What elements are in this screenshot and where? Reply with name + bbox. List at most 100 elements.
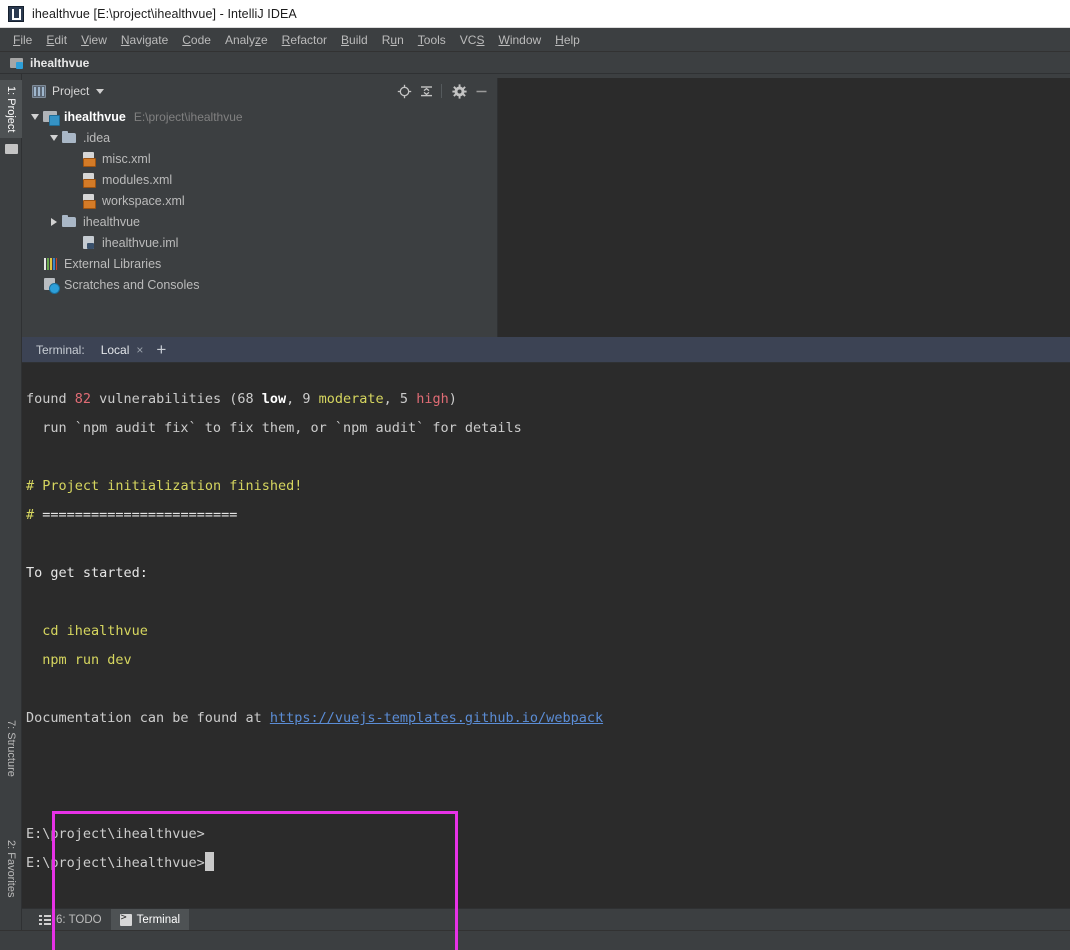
doc-prefix: Documentation can be found at [26, 710, 270, 726]
tree-node-ihealthvue-folder[interactable]: ihealthvue [22, 211, 497, 232]
terminal-cursor [204, 852, 214, 871]
terminal-line-blank-1 [22, 443, 1070, 472]
menu-build[interactable]: Build [334, 31, 375, 49]
gear-icon[interactable] [449, 81, 469, 101]
menu-analyze[interactable]: Analyze [218, 31, 275, 49]
tree-node-misc-xml[interactable]: misc.xml [22, 148, 497, 169]
terminal-line-vulnerabilities: found 82 vulnerabilities (68 low, 9 mode… [22, 385, 1070, 414]
terminal-tab-label: Local [100, 342, 130, 357]
xml-file-icon [81, 193, 97, 209]
statusbar-terminal-button[interactable]: Terminal [110, 908, 190, 931]
tree-node-scratches-and-consoles[interactable]: Scratches and Consoles [22, 274, 497, 295]
severity-moderate: moderate [318, 391, 384, 407]
statusbar-todo-button[interactable]: 6: TODO [30, 909, 111, 931]
project-tool-window: Project ihealthvue E:\project\ihealthvue… [22, 78, 498, 337]
equals-divider: ======================== [34, 507, 238, 523]
chevron-down-icon[interactable] [28, 110, 41, 123]
project-view-icon [32, 84, 46, 98]
severity-high: high [416, 391, 449, 407]
terminal-line-documentation: Documentation can be found at https://vu… [22, 704, 1070, 733]
tree-node-idea[interactable]: .idea [22, 127, 497, 148]
vulnerability-count: 82 [74, 391, 92, 407]
found-mid: vulnerabilities (68 [91, 391, 262, 407]
menu-refactor[interactable]: Refactor [275, 31, 334, 49]
tree-node-label: ihealthvue [83, 214, 140, 229]
left-tool-stripe: 1: Project 7: Structure 2: Favorites [0, 74, 22, 950]
window-title-bar: ihealthvue [E:\project\ihealthvue] - Int… [0, 0, 1070, 28]
sidebar-item-structure[interactable]: 7: Structure [0, 714, 22, 783]
menu-code[interactable]: Code [175, 31, 218, 49]
tree-node-label: Scratches and Consoles [64, 277, 200, 292]
terminal-prompt-2[interactable]: E:\project\ihealthvue> [22, 849, 1070, 878]
tree-node-ihealthvue-iml[interactable]: ihealthvue.iml [22, 232, 497, 253]
terminal-tool-window: Terminal: Local × + found 82 vulnerabili… [22, 337, 1070, 950]
tree-node-label: misc.xml [102, 151, 151, 166]
prompt-text: E:\project\ihealthvue> [26, 855, 205, 871]
close-icon[interactable]: × [136, 344, 143, 356]
chevron-right-icon[interactable] [47, 215, 60, 228]
menu-run[interactable]: Run [375, 31, 411, 49]
terminal-tab-local[interactable]: Local × [93, 340, 148, 360]
new-terminal-tab-button[interactable]: + [147, 341, 175, 358]
menu-bar: File Edit View Navigate Code Analyze Ref… [0, 28, 1070, 52]
tree-node-ihealthvue-root[interactable]: ihealthvue E:\project\ihealthvue [22, 106, 497, 127]
project-tree[interactable]: ihealthvue E:\project\ihealthvue .idea m… [22, 104, 497, 337]
editor-area[interactable] [498, 78, 1070, 337]
tree-node-modules-xml[interactable]: modules.xml [22, 169, 497, 190]
menu-vcs[interactable]: VCS [453, 31, 492, 49]
menu-file[interactable]: File [6, 31, 39, 49]
tree-node-label: ihealthvue.iml [102, 235, 179, 250]
tree-node-external-libraries[interactable]: External Libraries [22, 253, 497, 274]
menu-tools[interactable]: Tools [411, 31, 453, 49]
xml-file-icon [81, 172, 97, 188]
tree-node-workspace-xml[interactable]: workspace.xml [22, 190, 497, 211]
after-low: , 9 [286, 391, 319, 407]
terminal-icon [119, 912, 132, 926]
documentation-link[interactable]: https://vuejs-templates.github.io/webpac… [270, 710, 603, 726]
collapse-all-icon[interactable] [416, 81, 436, 101]
todo-list-icon [39, 914, 51, 926]
stripe-project-label: 1: Project [5, 86, 17, 133]
sidebar-item-project[interactable]: 1: Project [0, 80, 22, 139]
stripe-structure-label: 7: Structure [5, 720, 17, 777]
terminal-line-blank-6 [22, 762, 1070, 791]
folder-icon [62, 130, 78, 146]
project-panel-title[interactable]: Project [52, 84, 89, 98]
menu-window[interactable]: Window [491, 31, 548, 49]
tree-node-label: workspace.xml [102, 193, 185, 208]
scratches-icon [43, 277, 60, 294]
terminal-line-run-audit: run `npm audit fix` to fix them, or `npm… [26, 420, 522, 436]
intellij-idea-logo-icon [8, 5, 24, 22]
locate-icon[interactable] [394, 81, 414, 101]
terminal-line-blank-3 [22, 588, 1070, 617]
tree-node-label: ihealthvue [64, 109, 126, 124]
libraries-icon [43, 256, 59, 272]
statusbar-todo-label: 6: TODO [56, 913, 102, 926]
found-prefix: found [26, 391, 75, 407]
terminal-line-npm-command: npm run dev [26, 652, 132, 668]
terminal-line-cd-command: cd ihealthvue [26, 623, 148, 639]
close-paren: ) [448, 391, 457, 407]
breadcrumb-project-name[interactable]: ihealthvue [30, 56, 89, 70]
terminal-tab-bar: Terminal: Local × + [22, 337, 1070, 363]
menu-view[interactable]: View [74, 31, 114, 49]
menu-navigate[interactable]: Navigate [114, 31, 175, 49]
chevron-down-icon[interactable] [96, 88, 105, 94]
hash-marker: # [26, 478, 35, 494]
menu-edit[interactable]: Edit [39, 31, 74, 49]
chevron-down-icon[interactable] [47, 131, 60, 144]
tree-node-path: E:\project\ihealthvue [133, 109, 243, 124]
init-finished-text: Project initialization finished! [34, 478, 303, 494]
bottom-strip [0, 930, 1070, 950]
hash-marker: # [26, 507, 35, 523]
menu-help[interactable]: Help [548, 31, 587, 49]
module-icon [43, 109, 60, 126]
sidebar-item-favorites[interactable]: 2: Favorites [0, 834, 22, 903]
iml-file-icon [81, 235, 97, 251]
project-module-icon [10, 57, 24, 69]
folder-icon [62, 214, 78, 230]
minimize-icon[interactable] [471, 81, 491, 101]
after-moderate: , 5 [383, 391, 417, 407]
tree-node-label: modules.xml [102, 172, 173, 187]
terminal-output[interactable]: found 82 vulnerabilities (68 low, 9 mode… [22, 363, 1070, 908]
